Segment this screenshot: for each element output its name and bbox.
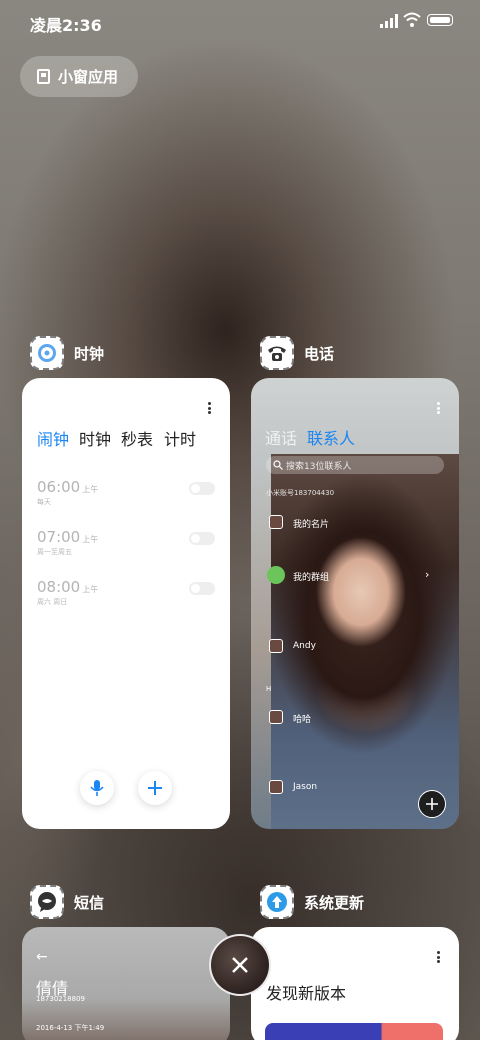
alarm-ampm: 上午: [82, 485, 99, 494]
floating-window-apps-button[interactable]: 小窗应用: [20, 56, 138, 97]
alarm-row[interactable]: 07:00 上午 周一至周五: [37, 528, 215, 568]
avatar: [269, 780, 283, 794]
contact-name[interactable]: Jason: [293, 782, 317, 792]
plus-icon: [148, 781, 162, 795]
contact-my-card[interactable]: 我的名片: [293, 517, 329, 530]
search-icon: [273, 460, 283, 470]
phone-app-title: 电话: [304, 344, 335, 363]
more-options-icon[interactable]: [437, 402, 441, 416]
tab-timer[interactable]: 计时: [164, 426, 196, 450]
avatar: [269, 710, 283, 724]
group-icon: [267, 566, 285, 584]
sms-app-title: 短信: [74, 893, 105, 912]
clock-app-card[interactable]: 闹钟 时钟 秒表 计时 06:00 上午 每天 07:00 上午 周一至周五 08:…: [22, 378, 230, 829]
contact-search-input[interactable]: 搜索13位联系人: [266, 456, 444, 474]
signal-icon: [380, 14, 398, 28]
system-update-app-icon: [260, 885, 294, 919]
floating-window-label: 小窗应用: [58, 68, 119, 86]
alarm-time: 08:00: [37, 578, 81, 596]
alarm-time: 06:00: [37, 478, 81, 496]
add-alarm-button[interactable]: [138, 771, 172, 805]
back-arrow-icon[interactable]: ←: [36, 949, 48, 965]
system-update-app-title: 系统更新: [304, 893, 365, 912]
avatar: [269, 515, 283, 529]
alarm-repeat: 周六 周日: [37, 598, 68, 606]
contact-my-groups[interactable]: 我的群组: [293, 570, 329, 583]
sms-app-icon: [30, 885, 64, 919]
clear-all-button[interactable]: [209, 934, 271, 996]
account-line: 小米账号183704430: [266, 489, 335, 497]
add-contact-button[interactable]: [418, 790, 446, 818]
wifi-icon: [403, 12, 421, 27]
contact-name[interactable]: 哈哈: [293, 712, 311, 725]
tab-stopwatch[interactable]: 秒表: [121, 426, 153, 450]
chevron-right-icon: ›: [425, 568, 430, 581]
clock-app-header[interactable]: 时钟: [30, 335, 104, 371]
tab-calls[interactable]: 通话: [265, 425, 297, 449]
sms-date: 2016-4-13 下午1:49: [36, 1024, 105, 1032]
alarm-ampm: 上午: [82, 535, 99, 544]
close-icon: [232, 957, 248, 973]
microphone-icon: [90, 780, 104, 796]
alarm-repeat: 每天: [37, 498, 51, 506]
plus-icon: [426, 798, 438, 810]
system-update-app-card[interactable]: 发现新版本: [251, 927, 459, 1040]
alarm-time: 07:00: [37, 528, 81, 546]
alarm-repeat: 周一至周五: [37, 548, 72, 556]
alarm-toggle[interactable]: [189, 532, 215, 545]
tab-clock[interactable]: 时钟: [79, 426, 111, 450]
sms-contact-number: 18730218809: [36, 995, 85, 1003]
more-options-icon[interactable]: [437, 951, 441, 965]
phone-app-header[interactable]: 电话: [260, 335, 334, 371]
phone-app-card[interactable]: 通话 联系人 搜索13位联系人 小米账号183704430 我的名片 我的群组 …: [251, 378, 459, 829]
battery-icon: [427, 14, 453, 26]
contact-name[interactable]: Andy: [293, 641, 316, 651]
floating-window-icon: [37, 69, 50, 84]
tab-contacts[interactable]: 联系人: [307, 425, 355, 449]
clock-app-icon: [30, 336, 64, 370]
alarm-toggle[interactable]: [189, 582, 215, 595]
section-letter: H: [266, 685, 272, 693]
update-headline: 发现新版本: [266, 984, 347, 1003]
phone-app-icon: [260, 336, 294, 370]
alarm-ampm: 上午: [82, 585, 99, 594]
clock-app-title: 时钟: [74, 344, 105, 363]
system-update-app-header[interactable]: 系统更新: [260, 884, 364, 920]
alarm-toggle[interactable]: [189, 482, 215, 495]
status-bar: 凌晨2:36: [0, 0, 480, 44]
sms-app-header[interactable]: 短信: [30, 884, 104, 920]
search-placeholder: 搜索13位联系人: [286, 462, 352, 472]
update-banner: [265, 1023, 443, 1040]
status-time: 凌晨2:36: [30, 16, 102, 35]
voice-alarm-button[interactable]: [80, 771, 114, 805]
alarm-row[interactable]: 08:00 上午 周六 周日: [37, 578, 215, 618]
sms-app-card[interactable]: ← 倩倩 18730218809 2016-4-13 下午1:49: [22, 927, 230, 1040]
alarm-row[interactable]: 06:00 上午 每天: [37, 478, 215, 518]
more-options-icon[interactable]: [208, 402, 212, 416]
tab-alarm[interactable]: 闹钟: [37, 426, 69, 450]
avatar: [269, 639, 283, 653]
